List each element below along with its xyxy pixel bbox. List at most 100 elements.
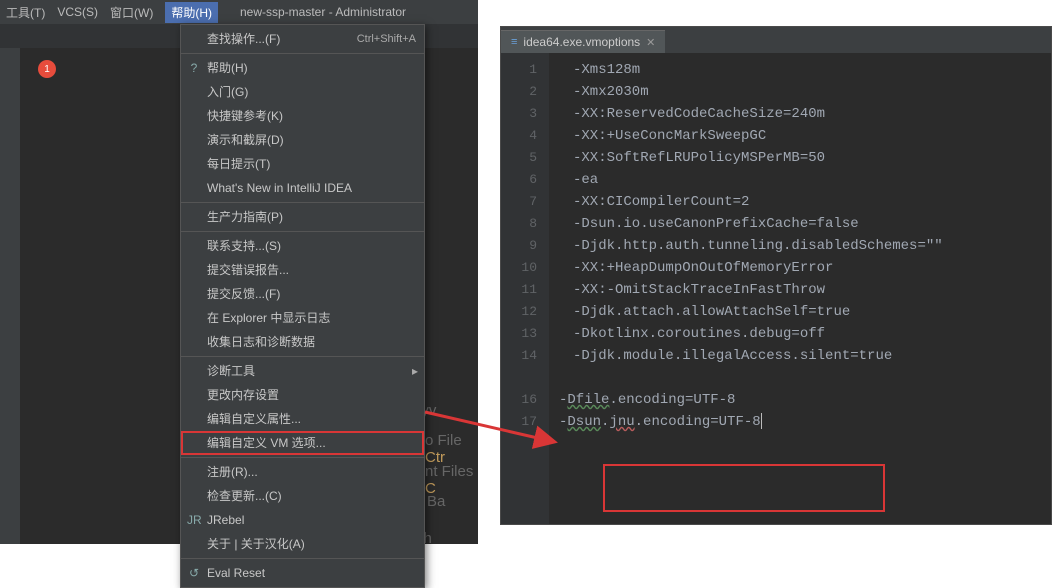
code-line[interactable]: -Dsun.io.useCanonPrefixCache=false	[549, 213, 1051, 235]
line-number: 17	[501, 411, 549, 433]
code-line[interactable]: -ea	[549, 169, 1051, 191]
menu-item[interactable]: 更改内存设置	[181, 383, 424, 407]
menu-item[interactable]: 查找操作...(F) Ctrl+Shift+A	[181, 27, 424, 51]
menu-item-label: 提交错误报告...	[207, 261, 289, 279]
code-line[interactable]: -XX:+UseConcMarkSweepGC	[549, 125, 1051, 147]
menu-item[interactable]: 快捷键参考(K)	[181, 104, 424, 128]
menu-item[interactable]: ↺ Eval Reset	[181, 561, 424, 585]
code-line[interactable]: -XX:+HeapDumpOnOutOfMemoryError	[549, 257, 1051, 279]
line-number: 8	[501, 213, 549, 235]
menu-item-label: 生产力指南(P)	[207, 208, 283, 226]
menu-item-label: What's New in IntelliJ IDEA	[207, 179, 352, 197]
editor-tabbar: ≡ idea64.exe.vmoptions ✕	[501, 27, 1051, 53]
menu-vcs[interactable]: VCS(S)	[57, 5, 98, 19]
submenu-arrow-icon: ▸	[412, 362, 418, 380]
menu-item[interactable]: 提交反馈...(F)	[181, 282, 424, 306]
help-menu-dropdown: 查找操作...(F) Ctrl+Shift+A? 帮助(H) 入门(G) 快捷键参考(K…	[180, 24, 425, 588]
code-line[interactable]: -Djdk.http.auth.tunneling.disabledScheme…	[549, 235, 1051, 257]
line-number: 1	[501, 59, 549, 81]
menu-item-label: JRebel	[207, 511, 244, 529]
code-line[interactable]: -Djdk.module.illegalAccess.silent=true	[549, 345, 1051, 367]
code-line[interactable]: -Xms128m	[549, 59, 1051, 81]
menu-item[interactable]: 编辑自定义 VM 选项...	[181, 431, 424, 455]
menu-item-label: 快捷键参考(K)	[207, 107, 283, 125]
menu-item-label: 更改内存设置	[207, 386, 279, 404]
menu-item[interactable]: 提交错误报告...	[181, 258, 424, 282]
editor-tab-vmoptions[interactable]: ≡ idea64.exe.vmoptions ✕	[501, 30, 665, 53]
menu-item-icon: ↺	[187, 564, 201, 582]
menu-item[interactable]: 在 Explorer 中显示日志	[181, 306, 424, 330]
menu-item[interactable]: 检查更新...(C)	[181, 484, 424, 508]
line-number: 5	[501, 147, 549, 169]
menu-item[interactable]: 入门(G)	[181, 80, 424, 104]
menu-item[interactable]: 注册(R)...	[181, 460, 424, 484]
menu-item-label: 收集日志和诊断数据	[207, 333, 315, 351]
menu-item-label: 提交反馈...(F)	[207, 285, 280, 303]
menu-item-icon: JR	[187, 511, 201, 529]
tab-label: idea64.exe.vmoptions	[523, 35, 640, 49]
menu-item[interactable]: 编辑自定义属性...	[181, 407, 424, 431]
menu-item[interactable]: 生产力指南(P)	[181, 205, 424, 229]
menu-item-label: 演示和截屏(D)	[207, 131, 284, 149]
code-line[interactable]: -XX:SoftRefLRUPolicyMSPerMB=50	[549, 147, 1051, 169]
line-number: 13	[501, 323, 549, 345]
line-number: 11	[501, 279, 549, 301]
menu-item[interactable]: ? 帮助(H)	[181, 56, 424, 80]
code-line[interactable]: -Dfile.encoding=UTF-8	[549, 389, 1051, 411]
line-number-gutter: 12345678910111213141617	[501, 53, 549, 524]
menu-item[interactable]: 每日提示(T)	[181, 152, 424, 176]
menu-item-label: 编辑自定义属性...	[207, 410, 301, 428]
menu-tools[interactable]: 工具(T)	[6, 4, 45, 21]
code-line[interactable]: -Dkotlinx.coroutines.debug=off	[549, 323, 1051, 345]
welcome-text: nt Files C	[425, 463, 478, 497]
code-line[interactable]: -XX:CICompilerCount=2	[549, 191, 1051, 213]
menu-item-label: 编辑自定义 VM 选项...	[207, 434, 326, 452]
menu-item-label: 关于 | 关于汉化(A)	[207, 535, 305, 553]
notification-badge[interactable]: 1	[38, 60, 56, 78]
menu-item-label: Eval Reset	[207, 564, 265, 582]
menu-help[interactable]: 帮助(H)	[165, 2, 218, 23]
code-line[interactable]: -Djdk.attach.allowAttachSelf=true	[549, 301, 1051, 323]
menu-item-label: 入门(G)	[207, 83, 248, 101]
line-number: 16	[501, 389, 549, 411]
menu-item[interactable]: 联系支持...(S)	[181, 234, 424, 258]
line-number: 7	[501, 191, 549, 213]
annotation-highlight-box	[603, 464, 885, 512]
menu-item-label: 检查更新...(C)	[207, 487, 282, 505]
menu-item[interactable]: JR JRebel	[181, 508, 424, 532]
line-number: 14	[501, 345, 549, 367]
editor-panel: ≡ idea64.exe.vmoptions ✕ 123456789101112…	[500, 26, 1052, 525]
line-number: 10	[501, 257, 549, 279]
menu-item-label: 每日提示(T)	[207, 155, 270, 173]
menu-item[interactable]: 关于 | 关于汉化(A)	[181, 532, 424, 556]
window-title: new-ssp-master - Administrator	[240, 5, 406, 19]
menu-item[interactable]: 收集日志和诊断数据	[181, 330, 424, 354]
line-number: 6	[501, 169, 549, 191]
code-area[interactable]: -Xms128m-Xmx2030m-XX:ReservedCodeCacheSi…	[549, 53, 1051, 524]
code-line[interactable]: -XX:-OmitStackTraceInFastThrow	[549, 279, 1051, 301]
menu-item[interactable]: What's New in IntelliJ IDEA	[181, 176, 424, 200]
menu-item-label: 查找操作...(F)	[207, 30, 280, 48]
tool-window-stripe[interactable]	[0, 48, 20, 544]
line-number: 12	[501, 301, 549, 323]
menu-item[interactable]: 演示和截屏(D)	[181, 128, 424, 152]
close-icon[interactable]: ✕	[646, 36, 655, 49]
code-line[interactable]: -Xmx2030m	[549, 81, 1051, 103]
menu-item-label: 帮助(H)	[207, 59, 248, 77]
welcome-text: o File Ctr	[425, 432, 478, 466]
menu-item-shortcut: Ctrl+Shift+A	[357, 30, 416, 48]
menu-window[interactable]: 窗口(W)	[110, 4, 153, 21]
code-editor[interactable]: 12345678910111213141617 -Xms128m-Xmx2030…	[501, 53, 1051, 524]
code-line[interactable]: -Dsun.jnu.encoding=UTF-8	[549, 411, 1051, 433]
menu-item-label: 注册(R)...	[207, 463, 258, 481]
menu-item-label: 联系支持...(S)	[207, 237, 281, 255]
menu-item-icon: ?	[187, 59, 201, 77]
code-line[interactable]: -XX:ReservedCodeCacheSize=240m	[549, 103, 1051, 125]
line-number: 3	[501, 103, 549, 125]
line-number: 4	[501, 125, 549, 147]
menu-item-label: 诊断工具	[207, 362, 255, 380]
menu-item-label: 在 Explorer 中显示日志	[207, 309, 330, 327]
ide-left-panel: 工具(T) VCS(S) 窗口(W) 帮助(H) new-ssp-master …	[0, 0, 478, 544]
menu-item[interactable]: 诊断工具 ▸	[181, 359, 424, 383]
menubar: 工具(T) VCS(S) 窗口(W) 帮助(H) new-ssp-master …	[0, 0, 478, 24]
